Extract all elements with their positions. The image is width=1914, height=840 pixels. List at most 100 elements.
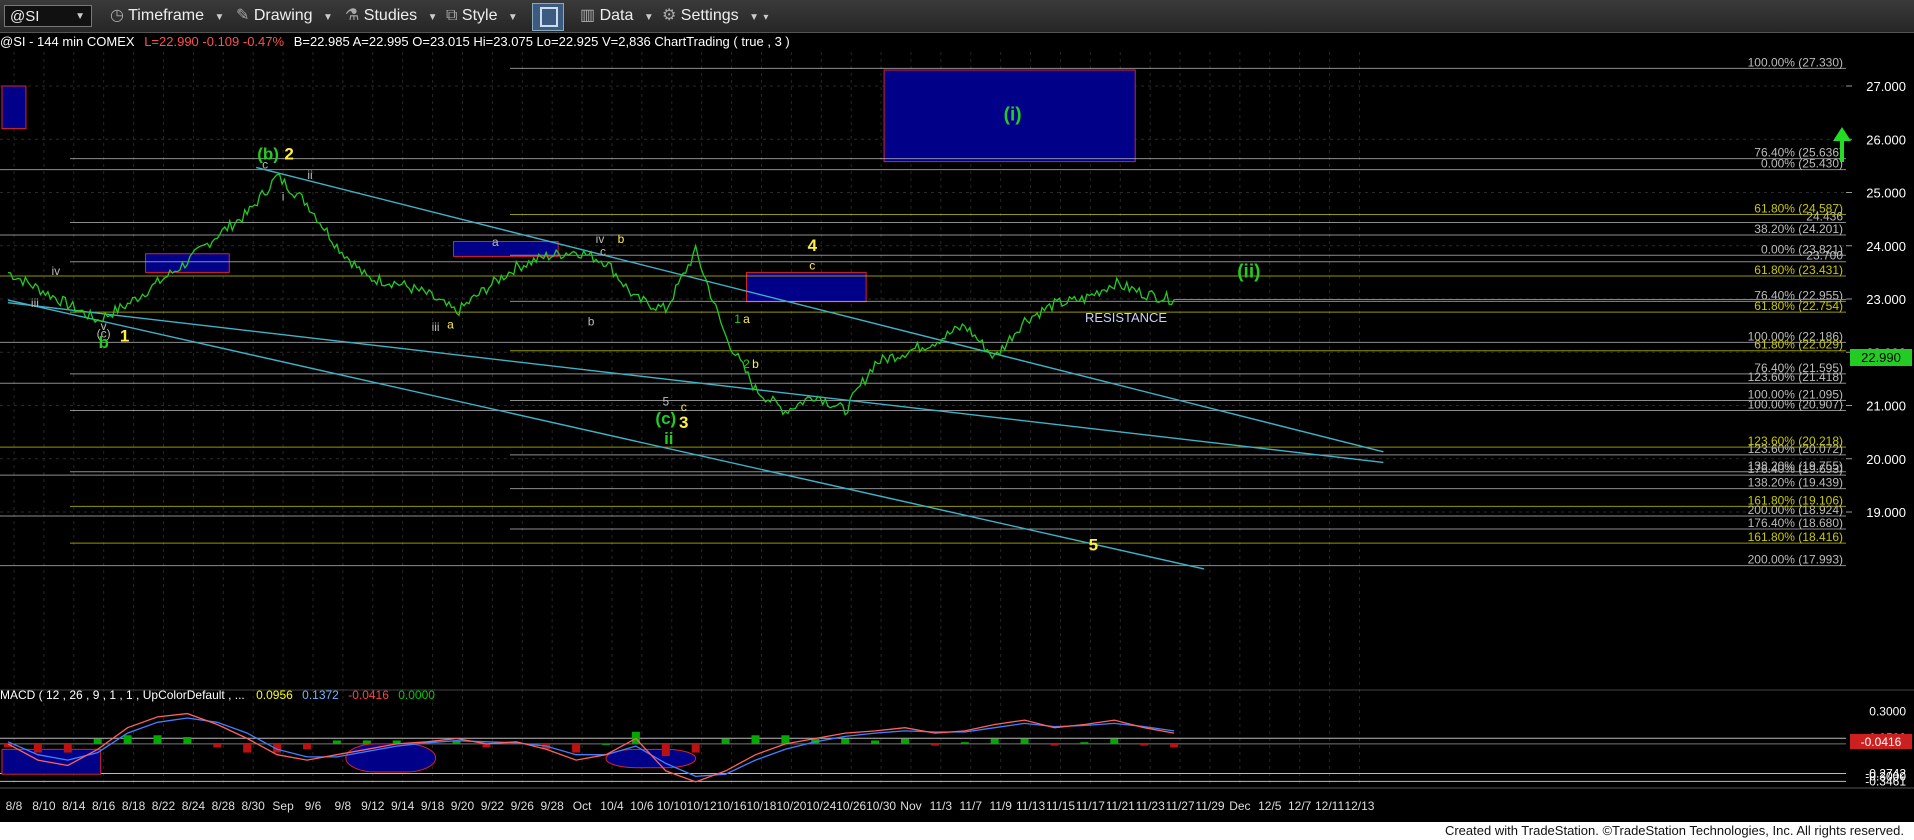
macd-histogram-bar <box>990 738 999 744</box>
fib-level-label: 38.20% (24.201) <box>1754 222 1843 236</box>
studies-label: Studies <box>363 7 418 24</box>
macd-histogram-bar <box>602 743 610 745</box>
fib-level-label: 161.80% (18.416) <box>1748 530 1843 544</box>
macd-histogram-bar <box>303 743 311 750</box>
x-tick-label: 12/7 <box>1288 799 1312 813</box>
x-tick-label: 10/6 <box>630 799 654 813</box>
header-quote: B=22.985 A=22.995 O=23.015 Hi=23.075 Lo=… <box>294 34 790 49</box>
macd-histogram-bar <box>123 735 132 744</box>
wave-label: c <box>600 244 606 258</box>
x-tick-label: 8/24 <box>182 799 206 813</box>
wave-label: (i) <box>1004 105 1022 126</box>
macd-value-1: 0.0956 <box>256 688 293 702</box>
macd-histogram-bar <box>781 735 790 744</box>
fib-level-label: 0.00% (25.430) <box>1761 157 1843 171</box>
drawing-menu[interactable]: ✎ Drawing ▼ <box>236 5 333 27</box>
wave-label: i <box>282 189 285 203</box>
price-chart[interactable]: 100.00% (27.330)76.40% (25.636)0.00% (25… <box>0 32 1914 822</box>
fib-level-label: 200.00% (18.924) <box>1748 503 1843 517</box>
macd-histogram-bar <box>572 743 581 753</box>
x-tick-label: 8/22 <box>152 799 176 813</box>
chevron-down-icon: ▼ <box>643 12 654 23</box>
wave-label: c <box>262 158 268 172</box>
layout-icon <box>540 7 558 27</box>
wave-label: 3 <box>679 413 688 432</box>
x-tick-label: 10/18 <box>746 799 776 813</box>
macd-tick-label: 0.3000 <box>1869 704 1906 718</box>
x-tick-label: 10/10 <box>657 799 687 813</box>
x-tick-label: 8/28 <box>212 799 236 813</box>
macd-histogram-bar <box>93 738 102 744</box>
style-menu[interactable]: ⧉ Style ▼ <box>446 5 518 27</box>
macd-histogram-bar <box>362 740 371 744</box>
macd-histogram-bar <box>243 743 252 753</box>
layout-toggle-button[interactable] <box>532 3 564 31</box>
data-label: Data <box>599 7 634 24</box>
macd-histogram-bar <box>691 743 700 753</box>
target-box <box>746 271 867 303</box>
studies-menu[interactable]: ⚗ Studies ▼ <box>345 5 438 27</box>
macd-histogram-bar <box>871 740 880 744</box>
wave-label: iii <box>432 320 440 334</box>
x-tick-label: 11/15 <box>1046 799 1075 813</box>
macd-value-4: 0.0000 <box>398 688 435 702</box>
y-tick-label: 20.000 <box>1866 452 1906 467</box>
macd-header: MACD ( 12 , 26 , 9 , 1 , 1 , UpColorDefa… <box>0 688 435 702</box>
symbol-input[interactable]: @SI ▼ <box>4 5 92 27</box>
data-menu[interactable]: ▥ Data ▼ <box>580 5 654 27</box>
gear-icon: ⚙ <box>662 7 677 24</box>
fib-level-label: 61.80% (22.029) <box>1754 338 1843 352</box>
x-tick-label: 11/13 <box>1016 799 1045 813</box>
x-tick-label: 10/20 <box>776 799 806 813</box>
macd-histogram-bar <box>1140 743 1149 746</box>
chevron-down-icon: ▾ <box>763 12 769 23</box>
fib-level-label: 100.00% (20.907) <box>1748 397 1843 411</box>
y-tick-label: 21.000 <box>1866 399 1906 414</box>
fib-level-label: 61.80% (22.754) <box>1754 299 1843 313</box>
x-tick-label: 8/30 <box>242 799 266 813</box>
settings-menu[interactable]: ⚙ Settings ▼ ▾ <box>662 5 768 27</box>
macd-box <box>605 748 697 769</box>
fib-level-label: 123.60% (21.418) <box>1748 370 1843 384</box>
wave-label: b <box>752 357 759 371</box>
y-tick-label: 24.000 <box>1866 239 1906 254</box>
macd-histogram-bar <box>751 735 760 744</box>
wave-label: 5 <box>1089 535 1098 554</box>
x-tick-label: 11/21 <box>1106 799 1135 813</box>
settings-label: Settings <box>680 7 739 24</box>
wave-label: ii <box>307 168 312 182</box>
chart-area[interactable]: 100.00% (27.330) 76.40% (25.636) 0.00% (25… <box>0 32 1914 822</box>
fib-level-label: 23.700 <box>1806 249 1843 263</box>
x-tick-label: Oct <box>573 799 592 813</box>
macd-histogram-bar <box>33 743 42 753</box>
x-tick-label: 12/11 <box>1315 799 1344 813</box>
wave-label: 2 <box>743 357 750 371</box>
x-tick-label: 11/7 <box>960 799 983 813</box>
macd-line <box>7 712 1175 783</box>
y-tick-label: 19.000 <box>1866 505 1906 520</box>
timeframe-label: Timeframe <box>128 7 204 24</box>
macd-histogram-bar <box>63 743 72 753</box>
footer: Created with TradeStation. ©TradeStation… <box>0 822 1914 840</box>
x-tick-label: 12/5 <box>1258 799 1282 813</box>
timeframe-menu[interactable]: ◷ Timeframe ▼ <box>110 5 224 27</box>
bar-chart-icon: ▥ <box>580 7 596 24</box>
x-tick-label: Nov <box>900 799 921 813</box>
macd-histogram-bar <box>183 737 192 744</box>
price-badge: 22.990 <box>1861 350 1901 365</box>
wave-label: 2 <box>284 144 293 163</box>
macd-histogram-bar <box>1050 743 1059 746</box>
chevron-down-icon: ▼ <box>214 12 225 23</box>
wave-label: ii <box>664 429 673 448</box>
clock-icon: ◷ <box>110 7 124 24</box>
macd-histogram-bar <box>153 735 162 744</box>
toolbar: @SI ▼ ◷ Timeframe ▼ ✎ Drawing ▼ ⚗ Studie… <box>0 0 1914 33</box>
wave-label: b <box>588 315 595 329</box>
y-tick-label: 27.000 <box>1866 79 1906 94</box>
macd-signal-line <box>7 717 1175 778</box>
macd-box <box>345 743 437 773</box>
trendline <box>7 302 1384 464</box>
macd-histogram-bar <box>901 738 909 744</box>
wave-label: c <box>809 259 815 273</box>
x-tick-label: 11/23 <box>1136 799 1165 813</box>
